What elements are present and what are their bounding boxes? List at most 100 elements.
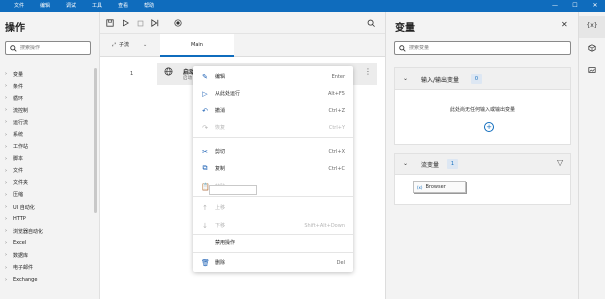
variable-chip-browser[interactable]: (x) Browser xyxy=(413,181,466,193)
variable-name: Browser xyxy=(425,184,446,190)
menu-item-shortcut: Alt+F5 xyxy=(327,90,345,97)
category-folder[interactable]: › 文件夹 xyxy=(0,177,94,189)
menu-tools[interactable]: 工具 xyxy=(84,0,110,12)
actions-search-box[interactable] xyxy=(5,41,91,55)
menu-item-copy[interactable]: ⧉ 复制 Ctrl+C xyxy=(193,160,353,177)
close-window-button[interactable]: ✕ xyxy=(585,0,605,12)
add-io-variable-icon[interactable]: + xyxy=(484,122,494,132)
category-label: 运行流 xyxy=(13,119,29,126)
chevron-right-icon: › xyxy=(5,216,7,223)
category-http[interactable]: › HTTP xyxy=(0,213,94,225)
title-bar: 文件 编辑 调试 工具 查看 帮助 — ☐ ✕ xyxy=(0,0,605,12)
category-loops[interactable]: › 循环 xyxy=(0,92,94,104)
copy-icon: ⧉ xyxy=(202,164,208,172)
menu-view[interactable]: 查看 xyxy=(110,0,136,12)
category-run-flow[interactable]: › 运行流 xyxy=(0,116,94,128)
menu-separator xyxy=(193,252,353,253)
io-variables-header[interactable]: ⌄ 输入/输出变量 0 xyxy=(394,67,571,90)
paste-icon: 📋 xyxy=(201,182,210,191)
io-variables-title: 输入/输出变量 xyxy=(421,77,460,84)
menu-item-move-down[interactable]: ↓ 下移 Shift+Alt+Down xyxy=(193,217,353,234)
step-icon[interactable] xyxy=(150,18,160,28)
images-icon[interactable] xyxy=(586,66,598,76)
menu-separator xyxy=(193,196,353,197)
minimize-button[interactable]: — xyxy=(545,0,565,12)
chevron-right-icon: › xyxy=(5,143,7,150)
menu-item-disable-action[interactable]: 禁用操作 xyxy=(193,234,353,251)
category-excel[interactable]: › Excel xyxy=(0,237,94,249)
menu-help[interactable]: 帮助 xyxy=(136,0,162,12)
chevron-right-icon: › xyxy=(5,179,7,186)
subflow-label: 子流 xyxy=(119,42,130,48)
subflow-icon: ⤢ xyxy=(112,41,117,48)
category-label: 脚本 xyxy=(13,156,24,163)
menu-item-cut[interactable]: ✂ 剪切 Ctrl+X xyxy=(193,143,353,160)
variables-search-input[interactable] xyxy=(409,45,559,51)
right-rail xyxy=(578,12,605,299)
category-exchange[interactable]: › Exchange xyxy=(0,274,94,286)
chevron-right-icon: › xyxy=(5,167,7,174)
menu-item-shortcut: Del xyxy=(336,259,345,266)
menu-item-label: 禁用操作 xyxy=(215,240,236,246)
menu-item-move-up[interactable]: ↑ 上移 xyxy=(193,199,353,216)
record-icon[interactable] xyxy=(173,18,183,28)
actions-scrollbar[interactable] xyxy=(94,68,97,213)
category-workstation[interactable]: › 工作站 xyxy=(0,141,94,153)
variables-icon[interactable]: {x} xyxy=(586,22,598,29)
io-empty-message: 此处尚无任何输入或输出变量 xyxy=(449,107,515,113)
actions-category-list: › 变量 › 条件 › 循环 › 流控制 › 运行流 › 系统 › 工作站 › 脚本 › 文件 ›… xyxy=(0,68,94,286)
category-conditionals[interactable]: › 条件 xyxy=(0,80,94,92)
menu-item-edit[interactable]: ✎ 编辑 Enter xyxy=(193,68,353,85)
chevron-right-icon: › xyxy=(5,191,7,198)
x-var-icon: (x) xyxy=(417,184,423,190)
category-compression[interactable]: › 压缩 xyxy=(0,189,94,201)
chevron-right-icon: › xyxy=(5,131,7,138)
chevron-right-icon: › xyxy=(5,228,7,235)
search-icon[interactable] xyxy=(366,18,376,28)
category-variables[interactable]: › 变量 xyxy=(0,68,94,80)
category-ui-automation[interactable]: › UI 自动化 xyxy=(0,201,94,213)
category-browser-automation[interactable]: › 浏览器自动化 xyxy=(0,225,94,237)
menu-item-redo[interactable]: ↷ 恢复 Ctrl+Y xyxy=(193,119,353,136)
menu-item-delete[interactable]: 🗑 删除 Del xyxy=(193,254,353,271)
menu-debug[interactable]: 调试 xyxy=(58,0,84,12)
menu-edit[interactable]: 编辑 xyxy=(32,0,58,12)
chevron-down-icon: ⌄ xyxy=(143,41,148,48)
action-subtitle: 启动 xyxy=(183,76,192,81)
save-icon[interactable] xyxy=(105,18,115,28)
flow-variables-count-badge: 1 xyxy=(447,159,458,169)
stop-icon[interactable] xyxy=(135,18,145,28)
category-flow-control[interactable]: › 流控制 xyxy=(0,104,94,116)
menu-item-undo[interactable]: ↶ 撤消 Ctrl+Z xyxy=(193,102,353,119)
category-label: 工作站 xyxy=(13,144,29,151)
category-label: 文件夹 xyxy=(13,180,29,187)
category-system[interactable]: › 系统 xyxy=(0,128,94,140)
category-label: 变量 xyxy=(13,71,24,78)
category-label: 条件 xyxy=(13,83,24,90)
ui-elements-icon[interactable] xyxy=(586,44,598,54)
io-variables-count-badge: 0 xyxy=(471,74,482,84)
category-file[interactable]: › 文件 xyxy=(0,165,94,177)
category-scripting[interactable]: › 脚本 xyxy=(0,153,94,165)
variables-search-box[interactable] xyxy=(394,41,571,55)
category-label: 系统 xyxy=(13,132,24,139)
play-icon[interactable] xyxy=(120,18,130,28)
menu-item-run-from-here[interactable]: ▷ 从此处运行 Alt+F5 xyxy=(193,85,353,102)
subflows-dropdown[interactable]: ⤢ 子流 ⌄ xyxy=(112,41,148,49)
category-label: Excel xyxy=(13,240,27,247)
actions-search-input[interactable] xyxy=(20,45,90,51)
maximize-button[interactable]: ☐ xyxy=(565,0,585,12)
menu-item-shortcut: Enter xyxy=(331,73,345,80)
move-down-icon: ↓ xyxy=(202,221,208,230)
tab-main[interactable]: Main xyxy=(160,34,234,57)
category-database[interactable]: › 数据库 xyxy=(0,249,94,261)
delete-icon: 🗑 xyxy=(201,258,210,267)
close-icon[interactable]: ✕ xyxy=(561,20,568,29)
filter-icon[interactable]: ▽ xyxy=(557,158,563,167)
more-options-icon[interactable]: ⋮ xyxy=(364,67,372,76)
menu-file[interactable]: 文件 xyxy=(6,0,32,12)
chevron-right-icon: › xyxy=(5,155,7,162)
editor-toolbar xyxy=(100,12,385,34)
category-email[interactable]: › 电子邮件 xyxy=(0,262,94,274)
flow-variables-header[interactable]: ⌄ 流变量 1 xyxy=(394,153,571,175)
